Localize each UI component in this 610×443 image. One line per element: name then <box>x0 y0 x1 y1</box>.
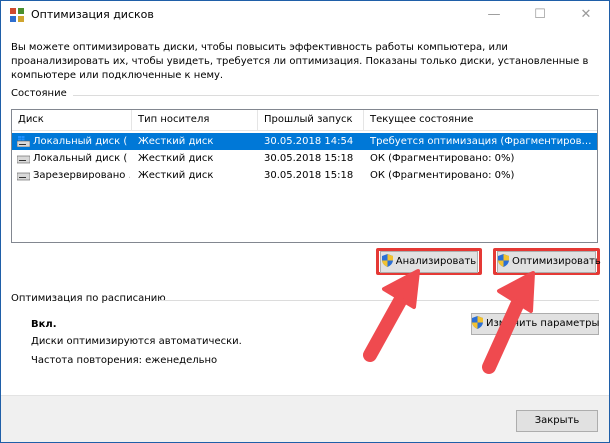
drive-last-run: 30.05.2018 15:18 <box>264 170 354 181</box>
column-header-last-run[interactable]: Прошлый запуск <box>258 110 364 130</box>
drive-last-run: 30.05.2018 14:54 <box>264 136 354 147</box>
defrag-app-icon <box>10 8 24 22</box>
schedule-description: Диски оптимизируются автоматически. <box>31 336 242 347</box>
drive-last-run: 30.05.2018 15:18 <box>264 153 354 164</box>
close-label: Закрыть <box>534 415 580 426</box>
close-icon: ✕ <box>580 7 592 22</box>
window-title: Оптимизация дисков <box>31 8 154 21</box>
hard-drive-icon <box>17 172 30 181</box>
column-header-media[interactable]: Тип носителя <box>132 110 258 130</box>
drive-row[interactable]: Локальный диск ( Жесткий диск 30.05.2018… <box>12 150 597 167</box>
drive-state: ОК (Фрагментировано: 0%) <box>370 170 515 181</box>
minimize-icon: — <box>487 7 501 22</box>
drive-row[interactable]: Локальный диск ( Жесткий диск 30.05.2018… <box>12 133 597 150</box>
uac-shield-icon <box>381 253 393 267</box>
drive-name: Зарезервировано … <box>33 170 130 181</box>
status-separator <box>73 95 599 96</box>
arrow-to-optimize-icon <box>482 271 535 374</box>
maximize-button[interactable]: ☐ <box>517 1 563 29</box>
schedule-state: Вкл. <box>31 319 57 330</box>
drive-list-header: Диск Тип носителя Прошлый запуск Текущее… <box>12 110 597 131</box>
optimize-drives-window: Оптимизация дисков — ☐ ✕ Вы можете оптим… <box>0 0 610 443</box>
uac-shield-icon <box>498 253 509 267</box>
optimize-label: Оптимизировать <box>512 256 601 267</box>
minimize-button[interactable]: — <box>471 1 517 29</box>
title-bar[interactable]: Оптимизация дисков — ☐ ✕ <box>1 1 609 29</box>
drive-media-type: Жесткий диск <box>138 153 214 164</box>
close-button[interactable]: Закрыть <box>516 410 598 432</box>
intro-text: Вы можете оптимизировать диски, чтобы по… <box>11 42 589 81</box>
column-header-disk[interactable]: Диск <box>12 110 132 130</box>
drive-state: Требуется оптимизация (Фрагментиров… <box>370 136 592 147</box>
drive-name: Локальный диск ( <box>33 153 128 164</box>
schedule-heading: Оптимизация по расписанию <box>11 293 166 304</box>
analyze-label: Анализировать <box>395 256 477 267</box>
schedule-frequency: Частота повторения: еженедельно <box>31 355 218 366</box>
hard-drive-icon <box>17 155 30 164</box>
maximize-icon: ☐ <box>534 7 546 22</box>
drive-list[interactable]: Диск Тип носителя Прошлый запуск Текущее… <box>11 109 598 243</box>
drive-state: ОК (Фрагментировано: 0%) <box>370 153 515 164</box>
column-header-state[interactable]: Текущее состояние <box>364 110 597 130</box>
status-heading: Состояние <box>11 88 67 99</box>
close-window-button[interactable]: ✕ <box>563 1 609 29</box>
drive-media-type: Жесткий диск <box>138 170 214 181</box>
drive-name: Локальный диск ( <box>33 136 128 147</box>
drive-media-type: Жесткий диск <box>138 136 214 147</box>
windows-drive-icon <box>17 136 30 147</box>
arrow-to-analyze-icon <box>363 269 420 362</box>
drive-row[interactable]: Зарезервировано … Жесткий диск 30.05.201… <box>12 167 597 184</box>
